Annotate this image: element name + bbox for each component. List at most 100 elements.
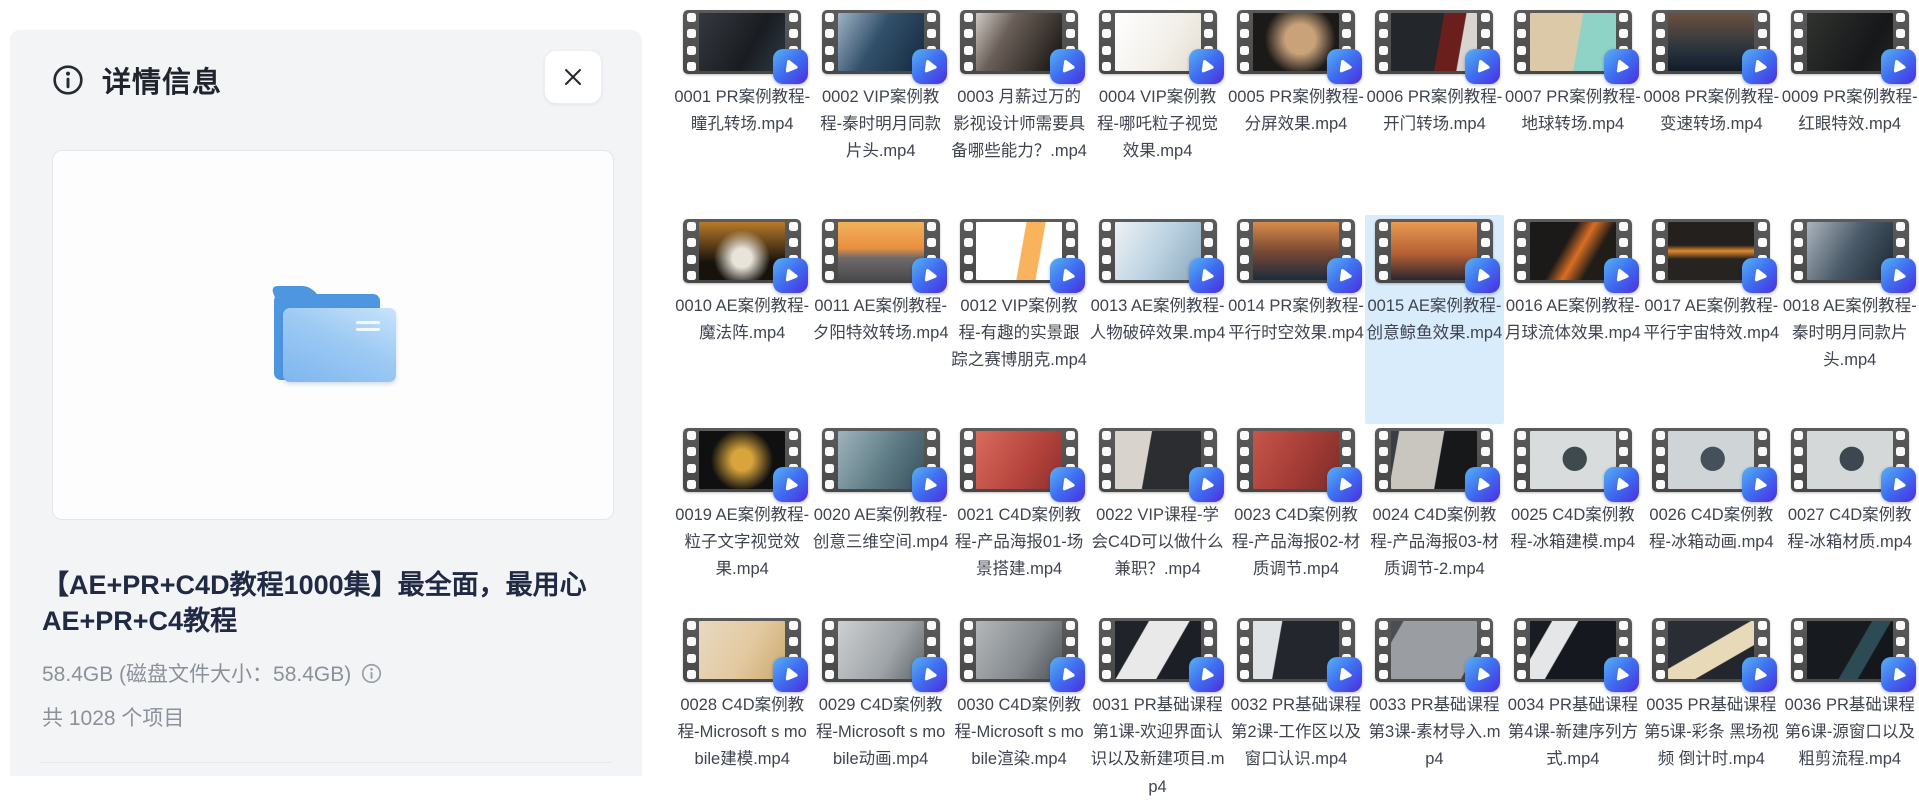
- film-holes-left: [960, 219, 976, 283]
- file-tile[interactable]: 0003 月薪过万的影视设计师需要具备哪些能力？.mp4: [950, 6, 1088, 215]
- film-holes-left: [1791, 10, 1807, 74]
- play-badge[interactable]: [1050, 49, 1085, 84]
- file-tile[interactable]: 0019 AE案例教程-粒子文字视觉效果.mp4: [673, 424, 811, 614]
- item-count-text: 共 1028 个项目: [42, 702, 184, 732]
- play-badge[interactable]: [1050, 258, 1085, 293]
- play-badge[interactable]: [1050, 657, 1085, 692]
- file-name: 0007 PR案例教程-地球转场.mp4: [1505, 84, 1641, 138]
- file-tile[interactable]: 0011 AE案例教程-夕阳特效转场.mp4: [811, 215, 949, 424]
- folder-icon: [274, 288, 392, 382]
- file-tile[interactable]: 0028 C4D案例教程-Microsoft s mobile建模.mp4: [673, 614, 811, 801]
- play-badge[interactable]: [1189, 657, 1224, 692]
- film-holes-left: [822, 618, 838, 682]
- play-badge[interactable]: [1327, 49, 1362, 84]
- play-badge[interactable]: [1604, 49, 1639, 84]
- play-badge[interactable]: [1465, 49, 1500, 84]
- play-badge[interactable]: [773, 49, 808, 84]
- file-tile[interactable]: 0017 AE案例教程-平行宇宙特效.mp4: [1642, 215, 1780, 424]
- play-icon: [1056, 663, 1079, 686]
- play-badge[interactable]: [1604, 258, 1639, 293]
- file-name: 0019 AE案例教程-粒子文字视觉效果.mp4: [674, 502, 810, 584]
- play-badge[interactable]: [912, 657, 947, 692]
- play-badge[interactable]: [1742, 467, 1777, 502]
- file-tile[interactable]: 0016 AE案例教程-月球流体效果.mp4: [1504, 215, 1642, 424]
- play-badge[interactable]: [1189, 49, 1224, 84]
- play-badge[interactable]: [912, 49, 947, 84]
- file-tile[interactable]: 0031 PR基础课程第1课-欢迎界面认识以及新建项目.mp4: [1088, 614, 1226, 801]
- video-thumbnail-frame: [822, 10, 940, 74]
- file-name: 0002 VIP案例教程-秦时明月同款片头.mp4: [813, 84, 949, 166]
- play-badge[interactable]: [1189, 467, 1224, 502]
- file-tile[interactable]: 0036 PR基础课程第6课-源窗口以及粗剪流程.mp4: [1781, 614, 1919, 801]
- file-tile[interactable]: 0002 VIP案例教程-秦时明月同款片头.mp4: [811, 6, 949, 215]
- play-badge[interactable]: [1465, 657, 1500, 692]
- file-tile[interactable]: 0009 PR案例教程-红眼特效.mp4: [1781, 6, 1919, 215]
- file-tile[interactable]: 0023 C4D案例教程-产品海报02-材质调节.mp4: [1227, 424, 1365, 614]
- video-thumbnail: [838, 222, 924, 280]
- video-thumbnail-frame: [1099, 219, 1217, 283]
- file-tile[interactable]: 0030 C4D案例教程-Microsoft s mobile渲染.mp4: [950, 614, 1088, 801]
- file-tile[interactable]: 0018 AE案例教程-秦时明月同款片头.mp4: [1781, 215, 1919, 424]
- play-badge[interactable]: [773, 258, 808, 293]
- file-tile[interactable]: 0004 VIP案例教程-哪吒粒子视觉效果.mp4: [1088, 6, 1226, 215]
- play-badge[interactable]: [1742, 657, 1777, 692]
- play-badge[interactable]: [773, 467, 808, 502]
- info-circle-icon[interactable]: [361, 663, 382, 684]
- file-tile[interactable]: 0008 PR案例教程-变速转场.mp4: [1642, 6, 1780, 215]
- file-tile[interactable]: 0007 PR案例教程-地球转场.mp4: [1504, 6, 1642, 215]
- file-name: 0018 AE案例教程-秦时明月同款片头.mp4: [1782, 293, 1918, 375]
- file-tile[interactable]: 0005 PR案例教程-分屏效果.mp4: [1227, 6, 1365, 215]
- video-thumbnail-frame: [1375, 618, 1493, 682]
- video-thumbnail-frame: [1375, 428, 1493, 492]
- file-tile[interactable]: 0021 C4D案例教程-产品海报01-场景搭建.mp4: [950, 424, 1088, 614]
- play-badge[interactable]: [912, 258, 947, 293]
- file-tile[interactable]: 0020 AE案例教程-创意三维空间.mp4: [811, 424, 949, 614]
- file-tile[interactable]: 0025 C4D案例教程-冰箱建模.mp4: [1504, 424, 1642, 614]
- file-tile[interactable]: 0014 PR案例教程-平行时空效果.mp4: [1227, 215, 1365, 424]
- play-icon: [918, 473, 941, 496]
- play-badge[interactable]: [1327, 657, 1362, 692]
- play-badge[interactable]: [1050, 467, 1085, 502]
- file-tile[interactable]: 0032 PR基础课程第2课-工作区以及窗口认识.mp4: [1227, 614, 1365, 801]
- video-thumbnail-frame: [1514, 428, 1632, 492]
- play-badge[interactable]: [1327, 258, 1362, 293]
- video-thumbnail-frame: [1791, 10, 1909, 74]
- play-badge[interactable]: [1742, 49, 1777, 84]
- file-tile[interactable]: 0001 PR案例教程-瞳孔转场.mp4: [673, 6, 811, 215]
- film-holes-left: [1099, 428, 1115, 492]
- play-icon: [1610, 473, 1633, 496]
- play-badge[interactable]: [1604, 467, 1639, 502]
- file-tile[interactable]: 0033 PR基础课程第3课-素材导入.mp4: [1365, 614, 1503, 801]
- file-tile[interactable]: 0012 VIP案例教程-有趣的实景跟踪之赛博朋克.mp4: [950, 215, 1088, 424]
- play-badge[interactable]: [1465, 467, 1500, 502]
- play-badge[interactable]: [1327, 467, 1362, 502]
- play-badge[interactable]: [1881, 49, 1916, 84]
- file-tile[interactable]: 0035 PR基础课程第5课-彩条 黑场视频 倒计时.mp4: [1642, 614, 1780, 801]
- play-badge[interactable]: [1189, 258, 1224, 293]
- film-holes-left: [683, 428, 699, 492]
- video-thumbnail-frame: [960, 219, 1078, 283]
- play-badge[interactable]: [1604, 657, 1639, 692]
- film-holes-left: [1375, 618, 1391, 682]
- file-tile[interactable]: 0022 VIP课程-学会C4D可以做什么兼职？.mp4: [1088, 424, 1226, 614]
- file-tile[interactable]: 0034 PR基础课程第4课-新建序列方式.mp4: [1504, 614, 1642, 801]
- file-name: 0005 PR案例教程-分屏效果.mp4: [1228, 84, 1364, 138]
- file-tile[interactable]: 0026 C4D案例教程-冰箱动画.mp4: [1642, 424, 1780, 614]
- file-tile[interactable]: 0029 C4D案例教程-Microsoft s mobile动画.mp4: [811, 614, 949, 801]
- film-holes-left: [1514, 428, 1530, 492]
- play-badge[interactable]: [1465, 258, 1500, 293]
- file-tile[interactable]: 0013 AE案例教程-人物破碎效果.mp4: [1088, 215, 1226, 424]
- play-badge[interactable]: [912, 467, 947, 502]
- file-tile[interactable]: 0024 C4D案例教程-产品海报03-材质调节-2.mp4: [1365, 424, 1503, 614]
- film-holes-left: [1375, 10, 1391, 74]
- play-badge[interactable]: [1881, 657, 1916, 692]
- file-tile[interactable]: 0015 AE案例教程-创意鲸鱼效果.mp4: [1365, 215, 1503, 424]
- file-tile[interactable]: 0006 PR案例教程-开门转场.mp4: [1365, 6, 1503, 215]
- play-badge[interactable]: [1881, 467, 1916, 502]
- play-badge[interactable]: [773, 657, 808, 692]
- play-badge[interactable]: [1742, 258, 1777, 293]
- close-details-button[interactable]: [544, 50, 602, 104]
- file-tile[interactable]: 0027 C4D案例教程-冰箱材质.mp4: [1781, 424, 1919, 614]
- play-badge[interactable]: [1881, 258, 1916, 293]
- file-tile[interactable]: 0010 AE案例教程-魔法阵.mp4: [673, 215, 811, 424]
